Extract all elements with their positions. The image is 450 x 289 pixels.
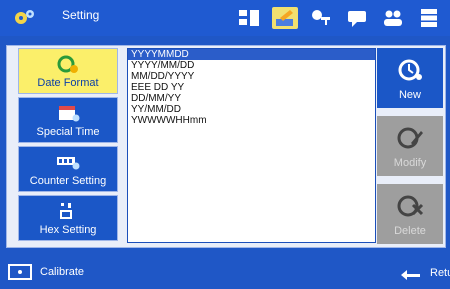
key-icon[interactable] xyxy=(308,7,334,29)
calibrate-icon xyxy=(8,264,32,280)
sidebar-item-label: Special Time xyxy=(36,125,100,138)
sidebar: Date Format Special Time Counter Setting… xyxy=(18,48,118,244)
top-icon-toolbar xyxy=(236,7,442,29)
calendar-icon xyxy=(59,105,80,121)
database-icon[interactable] xyxy=(416,7,442,29)
date-format-list[interactable]: YYYYMMDD YYYY/MM/DD MM/DD/YYYY EEE DD YY… xyxy=(127,48,376,243)
list-item[interactable]: YWWWWHHmm xyxy=(128,115,375,126)
hex-icon xyxy=(60,202,72,219)
return-label: Retu xyxy=(430,267,450,279)
message-icon[interactable] xyxy=(344,7,370,29)
calibrate-label: Calibrate xyxy=(40,266,85,278)
list-item[interactable]: DD/MM/YY xyxy=(128,93,375,104)
new-button[interactable]: New xyxy=(377,48,443,108)
action-column: New Modify Delete xyxy=(377,48,443,244)
list-item[interactable]: EEE DD YY xyxy=(128,82,375,93)
delete-alarm-icon xyxy=(397,195,424,217)
sidebar-item-hex-setting[interactable]: Hex Setting xyxy=(18,195,118,241)
return-arrow-icon xyxy=(401,267,420,280)
bottom-bar: Calibrate Retu xyxy=(0,256,450,289)
sidebar-item-label: Hex Setting xyxy=(39,223,97,236)
list-item[interactable]: MM/DD/YYYY xyxy=(128,71,375,82)
sidebar-item-special-time[interactable]: Special Time xyxy=(18,97,118,143)
sidebar-item-date-format[interactable]: Date Format xyxy=(18,48,118,94)
delete-button-label: Delete xyxy=(394,225,426,237)
new-alarm-icon xyxy=(398,59,422,81)
return-button[interactable]: Retu xyxy=(400,265,450,281)
list-item[interactable]: YYYYMMDD xyxy=(128,49,375,60)
gear-icon[interactable] xyxy=(12,6,38,28)
users-icon[interactable] xyxy=(380,7,406,29)
top-bar: Setting xyxy=(0,0,450,36)
modify-button[interactable]: Modify xyxy=(377,116,443,176)
modify-button-label: Modify xyxy=(393,157,427,169)
delete-button[interactable]: Delete xyxy=(377,184,443,244)
list-item[interactable]: YY/MM/DD xyxy=(128,104,375,115)
new-button-label: New xyxy=(398,89,421,101)
edit-settings-icon[interactable] xyxy=(272,7,298,29)
sidebar-item-label: Date Format xyxy=(37,76,99,89)
sidebar-item-counter-setting[interactable]: Counter Setting xyxy=(18,146,118,192)
page-title: Setting xyxy=(62,8,100,22)
date-format-icon xyxy=(57,55,78,73)
modify-alarm-icon xyxy=(397,127,423,149)
sidebar-item-label: Counter Setting xyxy=(29,174,107,187)
counter-icon xyxy=(57,156,80,169)
list-item[interactable]: YYYY/MM/DD xyxy=(128,60,375,71)
network-icon[interactable] xyxy=(236,7,262,29)
calibrate-button[interactable]: Calibrate xyxy=(8,264,84,280)
